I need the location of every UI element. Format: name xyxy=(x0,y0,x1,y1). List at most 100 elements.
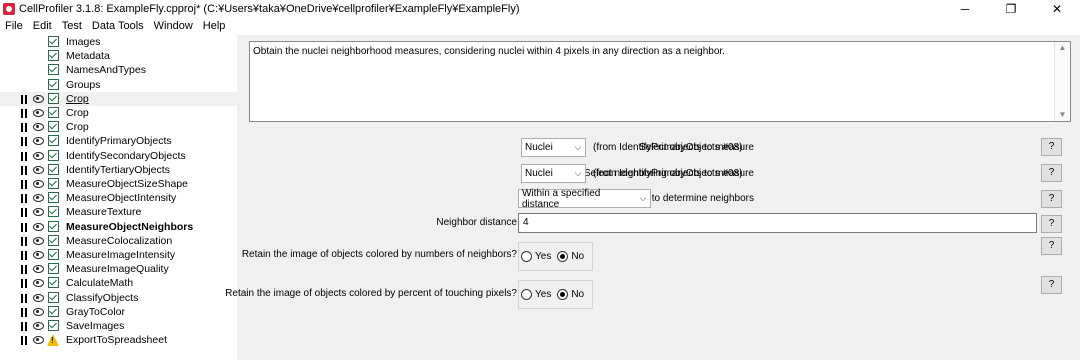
menu-window[interactable]: Window xyxy=(149,18,198,35)
checkbox-icon[interactable] xyxy=(48,64,59,76)
help-button[interactable]: ? xyxy=(1041,276,1062,294)
pipeline-module-row[interactable]: SaveImages xyxy=(0,319,237,333)
checkbox-icon[interactable] xyxy=(48,220,59,232)
pipeline-module-row[interactable]: MeasureObjectNeighbors xyxy=(0,220,237,234)
pause-icon[interactable] xyxy=(20,109,29,118)
pipeline-module-row[interactable]: MeasureTexture xyxy=(0,205,237,219)
close-button[interactable]: ✕ xyxy=(1034,0,1080,18)
checkbox-icon[interactable] xyxy=(48,149,59,161)
eye-icon[interactable] xyxy=(33,109,44,117)
retain-neighbors-yes-option[interactable]: Yes xyxy=(521,251,551,262)
menu-help[interactable]: Help xyxy=(198,18,231,35)
pipeline-module-row[interactable]: IdentifyTertiaryObjects xyxy=(0,163,237,177)
pause-icon[interactable] xyxy=(20,322,29,331)
warning-icon[interactable] xyxy=(47,334,59,347)
eye-icon[interactable] xyxy=(33,208,44,217)
eye-icon[interactable] xyxy=(33,265,44,274)
help-button[interactable]: ? xyxy=(1041,164,1062,182)
pipeline-module-row[interactable]: ClassifyObjects xyxy=(0,291,237,305)
checkbox-icon[interactable] xyxy=(48,249,59,260)
pipeline-module-row[interactable]: Metadata xyxy=(0,49,237,63)
neighboring-objects-dropdown[interactable]: Nuclei ⌵ xyxy=(521,164,586,183)
eye-icon[interactable] xyxy=(33,336,44,345)
menu-edit[interactable]: Edit xyxy=(28,18,57,35)
help-button[interactable]: ? xyxy=(1041,237,1062,255)
pause-icon[interactable] xyxy=(20,307,29,317)
radio-button-selected-icon[interactable] xyxy=(557,289,569,300)
menu-test[interactable]: Test xyxy=(57,18,87,35)
method-dropdown[interactable]: Within a specified distance ⌵ xyxy=(518,188,651,210)
pause-icon[interactable] xyxy=(20,94,29,104)
eye-icon[interactable] xyxy=(33,322,44,330)
objects-to-measure-dropdown[interactable]: Nuclei ⌵ xyxy=(521,138,586,157)
pause-icon[interactable] xyxy=(20,137,29,147)
pause-icon[interactable] xyxy=(20,293,29,303)
checkbox-icon[interactable] xyxy=(48,192,59,204)
pipeline-module-row[interactable]: Crop xyxy=(0,120,237,134)
pipeline-module-row[interactable]: IdentifySecondaryObjects xyxy=(0,149,237,163)
pipeline-module-row[interactable]: ExportToSpreadsheet xyxy=(0,333,237,347)
pipeline-module-row[interactable]: NamesAndTypes xyxy=(0,63,237,77)
checkbox-icon[interactable] xyxy=(48,92,59,104)
pipeline-module-row[interactable]: CalculateMath xyxy=(0,276,237,290)
checkbox-icon[interactable] xyxy=(48,36,59,47)
help-button[interactable]: ? xyxy=(1041,190,1062,208)
retain-touching-yes-option[interactable]: Yes xyxy=(521,289,551,300)
pipeline-module-row[interactable]: MeasureColocalization xyxy=(0,234,237,248)
checkbox-icon[interactable] xyxy=(48,206,59,218)
checkbox-icon[interactable] xyxy=(48,178,59,189)
eye-icon[interactable] xyxy=(33,123,44,132)
radio-button-icon[interactable] xyxy=(521,251,532,262)
checkbox-icon[interactable] xyxy=(48,234,59,246)
pause-icon[interactable] xyxy=(20,222,29,232)
eye-icon[interactable] xyxy=(33,194,44,203)
pipeline-module-row[interactable]: Images xyxy=(0,35,237,49)
pause-icon[interactable] xyxy=(20,251,29,260)
eye-icon[interactable] xyxy=(33,236,44,245)
pipeline-module-row[interactable]: GrayToColor xyxy=(0,305,237,319)
pipeline-module-row[interactable]: MeasureObjectIntensity xyxy=(0,191,237,205)
checkbox-icon[interactable] xyxy=(48,78,59,90)
checkbox-icon[interactable] xyxy=(48,291,59,303)
pause-icon[interactable] xyxy=(20,336,29,346)
checkbox-icon[interactable] xyxy=(48,107,59,118)
menu-file[interactable]: File xyxy=(0,18,28,35)
pipeline-module-row[interactable]: MeasureImageIntensity xyxy=(0,248,237,262)
pause-icon[interactable] xyxy=(20,236,29,246)
eye-icon[interactable] xyxy=(33,165,44,174)
eye-icon[interactable] xyxy=(33,251,44,259)
pipeline-module-row[interactable]: IdentifyPrimaryObjects xyxy=(0,134,237,148)
pipeline-module-row[interactable]: Crop xyxy=(0,91,237,106)
eye-icon[interactable] xyxy=(33,151,44,160)
checkbox-icon[interactable] xyxy=(48,263,59,275)
checkbox-icon[interactable] xyxy=(48,277,59,289)
scroll-up-icon[interactable]: ▲ xyxy=(1055,42,1070,54)
eye-icon[interactable] xyxy=(33,180,44,188)
menu-data-tools[interactable]: Data Tools xyxy=(87,18,149,35)
minimize-button[interactable]: ─ xyxy=(942,0,988,18)
eye-icon[interactable] xyxy=(33,293,44,302)
eye-icon[interactable] xyxy=(33,307,44,316)
pause-icon[interactable] xyxy=(20,194,29,204)
retain-neighbors-no-option[interactable]: No xyxy=(557,251,584,262)
pause-icon[interactable] xyxy=(20,265,29,275)
eye-icon[interactable] xyxy=(33,137,44,146)
scroll-down-icon[interactable]: ▼ xyxy=(1055,109,1070,121)
notes-scrollbar[interactable]: ▲ ▼ xyxy=(1054,42,1070,121)
eye-icon[interactable] xyxy=(33,94,44,103)
radio-button-selected-icon[interactable] xyxy=(557,251,569,262)
maximize-button[interactable]: ❐ xyxy=(988,0,1034,18)
eye-icon[interactable] xyxy=(33,222,44,231)
eye-icon[interactable] xyxy=(33,279,44,288)
module-notes[interactable]: Obtain the nuclei neighborhood measures,… xyxy=(249,41,1071,122)
pause-icon[interactable] xyxy=(20,279,29,289)
checkbox-icon[interactable] xyxy=(48,320,59,331)
pause-icon[interactable] xyxy=(20,165,29,175)
checkbox-icon[interactable] xyxy=(48,135,59,147)
neighbor-distance-input[interactable]: 4 xyxy=(518,213,1037,233)
pause-icon[interactable] xyxy=(20,151,29,161)
checkbox-icon[interactable] xyxy=(48,305,59,317)
help-button[interactable]: ? xyxy=(1041,138,1062,156)
checkbox-icon[interactable] xyxy=(48,163,59,175)
pause-icon[interactable] xyxy=(20,180,29,189)
